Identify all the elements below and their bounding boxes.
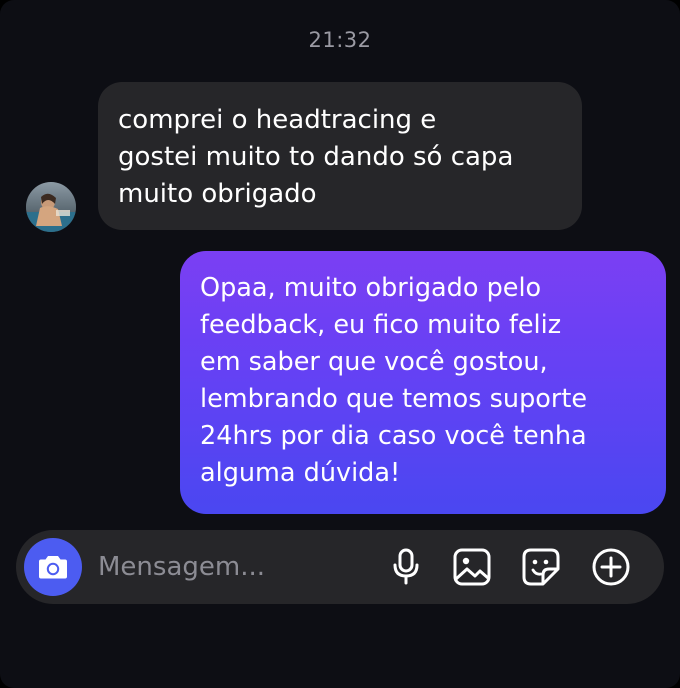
microphone-button[interactable] xyxy=(386,547,426,587)
sticker-button[interactable] xyxy=(521,547,561,587)
avatar-photo xyxy=(26,182,76,232)
gallery-button[interactable] xyxy=(452,547,492,587)
gallery-icon xyxy=(453,548,491,586)
message-timestamp: 21:32 xyxy=(308,28,372,52)
incoming-message-bubble[interactable]: comprei o headtracing e gostei muito to … xyxy=(98,82,582,230)
sticker-icon xyxy=(522,548,560,586)
chat-screen: 21:32 comprei o headtracing e gostei mui… xyxy=(0,0,680,688)
outgoing-message-text: Opaa, muito obrigado pelo feedback, eu f… xyxy=(200,273,588,488)
incoming-message-text: comprei o headtracing e gostei muito to … xyxy=(118,105,514,209)
microphone-icon xyxy=(393,548,419,585)
message-composer xyxy=(16,530,664,604)
add-button[interactable] xyxy=(591,547,631,587)
message-input[interactable] xyxy=(96,530,388,604)
camera-button[interactable] xyxy=(24,538,82,596)
outgoing-message-bubble[interactable]: Opaa, muito obrigado pelo feedback, eu f… xyxy=(180,251,666,514)
camera-icon xyxy=(39,556,67,579)
avatar[interactable] xyxy=(26,182,76,232)
plus-icon xyxy=(592,548,630,586)
